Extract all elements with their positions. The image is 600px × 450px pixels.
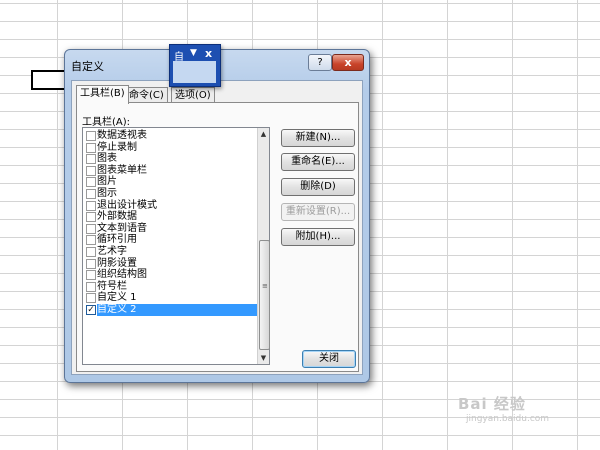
close-icon[interactable]: x xyxy=(332,54,364,71)
floating-toolbar-close-icon[interactable]: x xyxy=(205,47,212,60)
list-item[interactable]: 外部数据 xyxy=(83,211,257,223)
checkbox[interactable] xyxy=(86,177,96,188)
list-item[interactable]: 符号栏 xyxy=(83,281,257,293)
checkbox[interactable]: ✓ xyxy=(86,304,96,315)
customize-dialog: 自定义 ? x 工具栏(B) 命令(C) 选项(O) 工具栏(A): 数据透视表… xyxy=(64,49,370,383)
dialog-title: 自定义 xyxy=(71,60,104,73)
grip-icon: ≡ xyxy=(262,282,268,290)
list-item-label: 外部数据 xyxy=(97,211,137,223)
checkbox[interactable] xyxy=(86,223,96,234)
list-item-label: 退出设计模式 xyxy=(97,199,157,211)
checkbox[interactable] xyxy=(86,165,96,176)
checkbox[interactable] xyxy=(86,188,96,199)
close-button[interactable]: 关闭 xyxy=(302,350,356,368)
tab-commands[interactable]: 命令(C) xyxy=(125,87,168,103)
list-item-label: 数据透视表 xyxy=(97,130,147,141)
scrollbar[interactable]: ▲ ≡ ▼ xyxy=(257,128,270,364)
checkbox[interactable] xyxy=(86,200,96,211)
list-item-label: 符号栏 xyxy=(97,280,127,292)
list-item[interactable]: 图表 xyxy=(83,153,257,165)
toolbar-list[interactable]: 数据透视表 停止录制 图表 图表菜单栏 图片 图示 退出设计模式 外部数据 文本到语音 循环引用艺… xyxy=(82,127,270,365)
list-item[interactable]: 文本到语音 xyxy=(83,223,257,235)
watermark-url: jingyan.baidu.com xyxy=(466,414,550,424)
list-item-label: 图表 xyxy=(97,153,117,165)
watermark-logo: Bai 经验 xyxy=(458,395,526,413)
checkbox[interactable] xyxy=(86,293,96,304)
scroll-thumb[interactable]: ≡ xyxy=(259,240,270,350)
dropdown-arrow-icon[interactable]: ▼ xyxy=(190,48,197,58)
checkbox[interactable] xyxy=(86,142,96,153)
list-item-label: 图表菜单栏 xyxy=(97,164,147,176)
list-item-label: 图片 xyxy=(97,176,117,188)
list-item-label: 自定义 1 xyxy=(97,292,137,304)
list-item[interactable]: 退出设计模式 xyxy=(83,200,257,212)
delete-button[interactable]: 删除(D) xyxy=(281,178,355,196)
checkbox[interactable] xyxy=(86,281,96,292)
list-item[interactable]: 循环引用 xyxy=(83,234,257,246)
help-button[interactable]: ? xyxy=(308,54,332,71)
list-item-label: 停止录制 xyxy=(97,141,137,153)
checkbox[interactable] xyxy=(86,131,96,141)
tab-options[interactable]: 选项(O) xyxy=(171,87,215,103)
list-item-label: 阴影设置 xyxy=(97,257,137,269)
list-item-label: 图示 xyxy=(97,187,117,199)
list-item[interactable]: 图表菜单栏 xyxy=(83,165,257,177)
new-button[interactable]: 新建(N)... xyxy=(281,129,355,147)
list-item[interactable]: 图示 xyxy=(83,188,257,200)
scroll-down-icon[interactable]: ▼ xyxy=(259,353,268,363)
dialog-body: 工具栏(B) 命令(C) 选项(O) 工具栏(A): 数据透视表 停止录制 图表 图表… xyxy=(71,80,363,375)
checkbox[interactable] xyxy=(86,154,96,165)
scroll-up-icon[interactable]: ▲ xyxy=(259,129,268,139)
list-item[interactable]: 数据透视表 xyxy=(83,130,257,142)
list-item[interactable]: 阴影设置 xyxy=(83,258,257,270)
checkbox[interactable] xyxy=(86,270,96,281)
list-item-label: 文本到语音 xyxy=(97,222,147,234)
list-item-label: 循环引用 xyxy=(97,234,137,246)
list-item[interactable]: 停止录制 xyxy=(83,142,257,154)
rename-button[interactable]: 重命名(E)... xyxy=(281,153,355,171)
tab-toolbars[interactable]: 工具栏(B) xyxy=(76,85,129,104)
reset-button[interactable]: 重新设置(R)... xyxy=(281,203,355,221)
list-item[interactable]: 组织结构图 xyxy=(83,269,257,281)
list-item[interactable]: 艺术字 xyxy=(83,246,257,258)
list-item[interactable]: ✓ 自定义 2 xyxy=(83,303,257,316)
checkbox[interactable] xyxy=(86,258,96,269)
attach-button[interactable]: 附加(H)... xyxy=(281,228,355,246)
floating-toolbar-body xyxy=(173,61,216,83)
checkbox[interactable] xyxy=(86,246,96,257)
checkbox[interactable] xyxy=(86,212,96,223)
checkbox[interactable] xyxy=(86,235,96,246)
floating-toolbar[interactable]: 自 ▼ x xyxy=(169,44,221,87)
list-item-label: 艺术字 xyxy=(97,245,127,257)
toolbars-label: 工具栏(A): xyxy=(82,117,131,128)
list-item[interactable]: 自定义 1 xyxy=(83,292,257,304)
list-item[interactable]: 图片 xyxy=(83,176,257,188)
list-item-label: 组织结构图 xyxy=(97,269,147,281)
list-item-label: 自定义 2 xyxy=(97,303,257,316)
